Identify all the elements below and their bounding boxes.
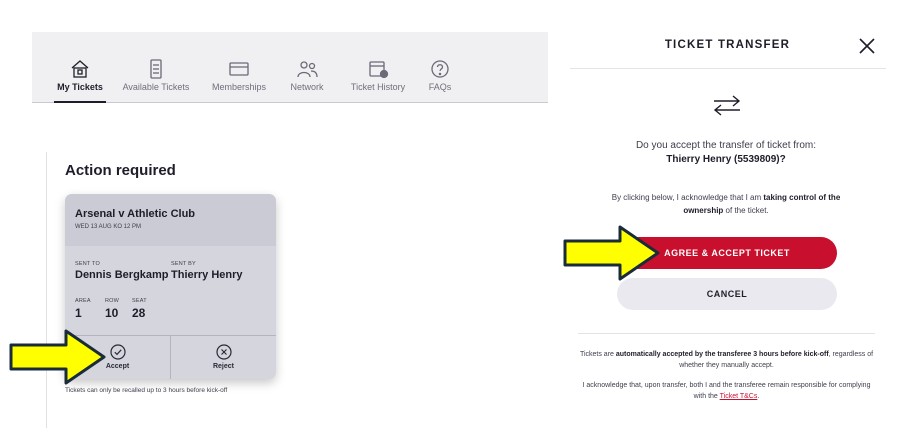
sent-by-label: SENT BY [171, 261, 196, 267]
ticket-stub-icon [150, 59, 162, 79]
area-value: 1 [75, 306, 82, 320]
ack-bold-2: ownership [683, 206, 724, 215]
nav-faqs[interactable]: FAQs [426, 32, 454, 103]
nav-label-memberships: Memberships [211, 82, 267, 92]
recall-note: Tickets can only be recalled up to 3 hou… [65, 387, 228, 394]
responsibility-note: I acknowledge that, upon transfer, both … [578, 380, 875, 402]
seat-label: SEAT [132, 298, 147, 304]
ack-bold-1: taking control of the [763, 193, 841, 202]
nav-network[interactable]: Network [289, 32, 325, 103]
close-circle-icon [215, 344, 232, 360]
area-label: AREA [75, 298, 91, 304]
sent-to-name: Dennis Bergkamp [75, 269, 169, 281]
modal-footer-divider [578, 333, 875, 334]
check-circle-icon [109, 344, 126, 360]
home-ticket-icon [71, 60, 89, 78]
ack-prefix: By clicking below, I acknowledge that I … [611, 193, 764, 202]
transfer-arrows-icon [711, 94, 743, 116]
sent-to-label: SENT TO [75, 261, 100, 267]
acknowledgement-text: By clicking below, I acknowledge that I … [590, 191, 862, 217]
calendar-history-icon [369, 61, 389, 79]
fine2-end: . [757, 393, 760, 400]
people-icon [297, 61, 318, 78]
cancel-button[interactable]: CANCEL [617, 278, 837, 310]
reject-button[interactable]: Reject [171, 336, 276, 379]
card-icon [229, 62, 249, 76]
fine1-bold: automatically accepted by the transferee… [615, 351, 829, 358]
ticket-tcs-link[interactable]: Ticket T&Cs [720, 393, 758, 400]
auto-accept-note: Tickets are automatically accepted by th… [578, 349, 875, 371]
accept-pointer-arrow-icon [9, 329, 106, 385]
transfer-from: Thierry Henry (5539809)? [666, 154, 786, 165]
nav-label-network: Network [290, 82, 324, 92]
sent-by-name: Thierry Henry [171, 269, 243, 281]
nav-ticket-history[interactable]: Ticket History [350, 32, 406, 103]
question-icon [431, 60, 449, 78]
nav-my-tickets[interactable]: My Tickets [54, 32, 106, 103]
nav-label-faqs: FAQs [428, 82, 452, 92]
accept-label: Accept [105, 363, 130, 370]
ticket-card-header: Arsenal v Athletic Club WED 13 AUG KO 12… [65, 194, 276, 246]
action-required-heading: Action required [65, 162, 176, 179]
agree-pointer-arrow-icon [563, 225, 660, 281]
nav-label-my-tickets: My Tickets [57, 82, 103, 92]
modal-header-divider [570, 68, 886, 69]
nav-label-ticket-history: Ticket History [350, 82, 406, 92]
seat-value: 28 [132, 306, 146, 320]
modal-title: TICKET TRANSFER [664, 39, 791, 51]
nav-memberships[interactable]: Memberships [211, 32, 267, 103]
row-value: 10 [105, 306, 119, 320]
transfer-question: Do you accept the transfer of ticket fro… [635, 140, 817, 151]
match-title: Arsenal v Athletic Club [75, 208, 196, 220]
kickoff-time: WED 13 AUG KO 12 PM [75, 224, 142, 230]
reject-label: Reject [212, 363, 234, 370]
row-label: ROW [105, 298, 120, 304]
fine1-prefix: Tickets are [579, 351, 616, 358]
account-nav-bar: My Tickets Available Tickets Memberships… [32, 32, 548, 103]
nav-available-tickets[interactable]: Available Tickets [122, 32, 190, 103]
nav-label-available-tickets: Available Tickets [122, 82, 190, 92]
close-modal-button[interactable] [858, 37, 876, 55]
content-divider [46, 152, 47, 428]
ack-suffix: of the ticket. [723, 206, 769, 215]
close-icon [859, 38, 875, 54]
